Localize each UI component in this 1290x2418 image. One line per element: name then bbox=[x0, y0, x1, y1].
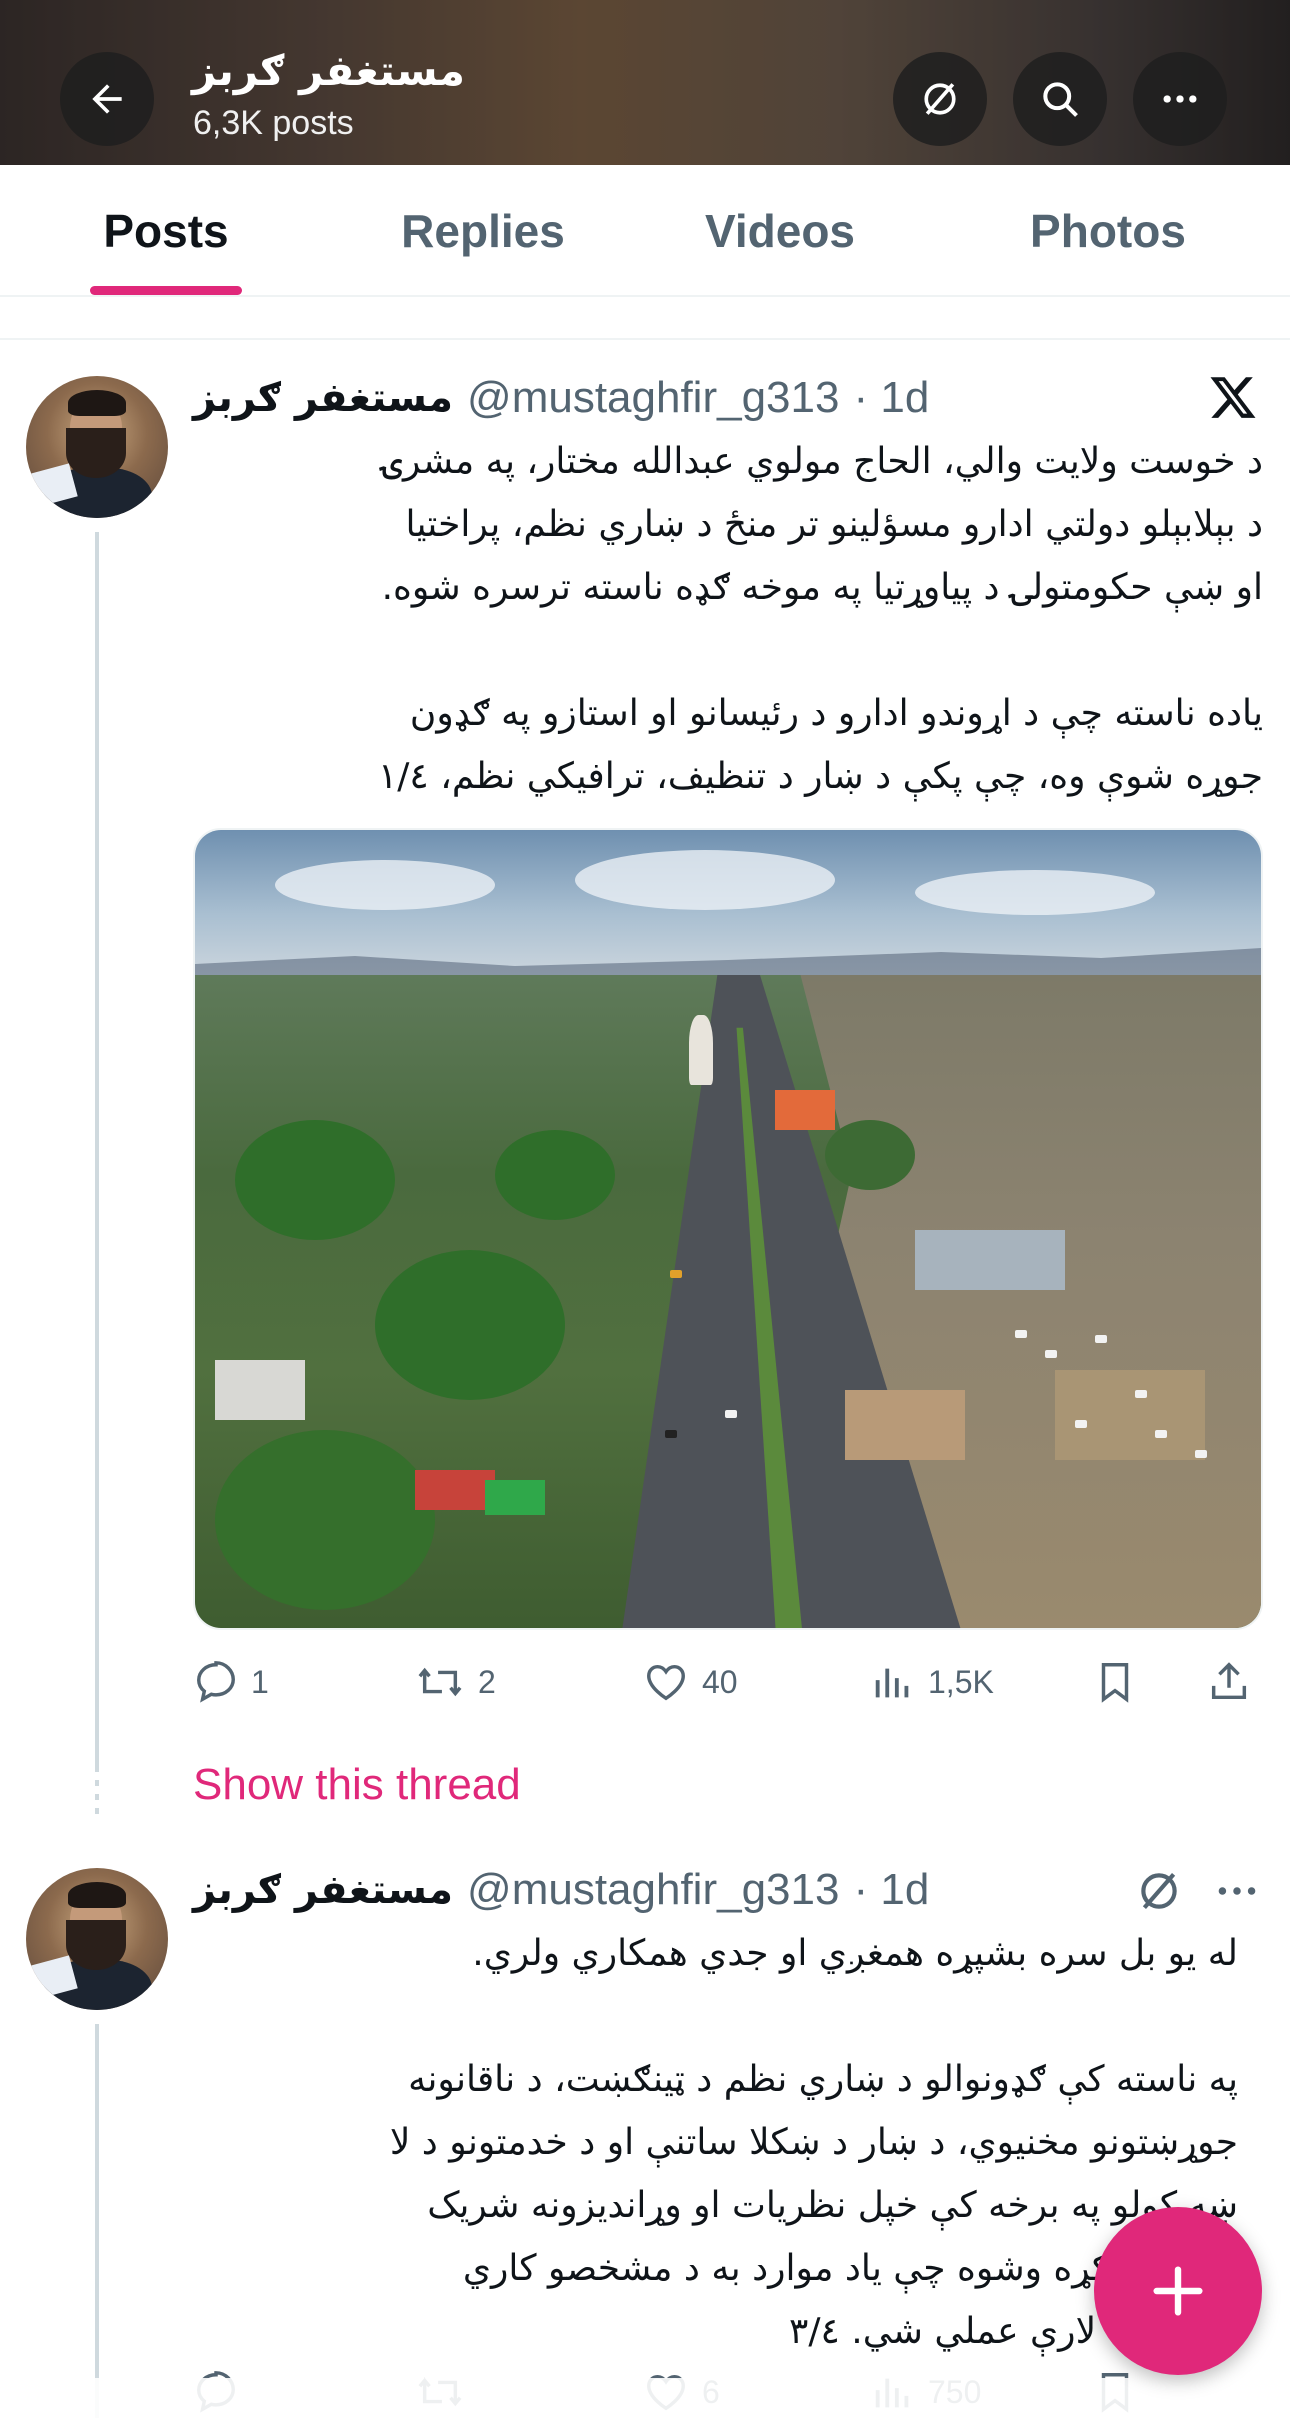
plus-icon bbox=[1153, 2266, 1203, 2316]
compose-post-button[interactable] bbox=[1094, 2207, 1262, 2375]
back-button[interactable] bbox=[60, 52, 154, 146]
author-name[interactable]: مستغفر ګربز bbox=[193, 375, 453, 421]
hide-button[interactable] bbox=[893, 52, 987, 146]
divider bbox=[0, 338, 1290, 340]
active-tab-indicator bbox=[90, 286, 242, 295]
search-button[interactable] bbox=[1013, 52, 1107, 146]
tab-videos[interactable]: Videos bbox=[680, 165, 880, 297]
profile-tabs: Posts Replies Videos Photos bbox=[0, 165, 1290, 297]
tab-photos[interactable]: Photos bbox=[1010, 165, 1206, 297]
repost-button[interactable]: 2 bbox=[414, 1652, 496, 1712]
views-icon bbox=[875, 1668, 909, 1698]
reply-count: 1 bbox=[251, 1663, 269, 1700]
more-icon bbox=[1163, 95, 1197, 103]
tab-posts[interactable]: Posts bbox=[60, 165, 272, 297]
tweet-text: د خوست ولایت والي، الحاج مولوي عبدالله م… bbox=[377, 441, 1263, 797]
like-icon bbox=[647, 1664, 685, 1701]
tab-replies[interactable]: Replies bbox=[370, 165, 596, 297]
reply-icon bbox=[197, 1661, 235, 1703]
search-icon bbox=[1043, 82, 1078, 117]
views-button[interactable]: 1,5K bbox=[870, 1652, 994, 1712]
author-name[interactable]: مستغفر ګربز bbox=[193, 1867, 453, 1913]
avatar[interactable] bbox=[26, 1868, 168, 2010]
profile-name: مستغفر ګربز bbox=[192, 46, 466, 95]
share-button[interactable] bbox=[1206, 1652, 1252, 1712]
thread-dot bbox=[95, 1780, 99, 1786]
like-count: 40 bbox=[702, 1663, 738, 1700]
bookmark-button[interactable] bbox=[1092, 1652, 1138, 1712]
thread-dot bbox=[95, 1808, 99, 1814]
more-button[interactable] bbox=[1133, 52, 1227, 146]
repost-count: 2 bbox=[478, 1663, 496, 1700]
thread-dot bbox=[95, 1794, 99, 1800]
bottom-bar-edge bbox=[0, 2378, 1290, 2418]
tweet-header: مستغفر ګربز @mustaghfir_g313 · 1d bbox=[193, 370, 929, 426]
more-icon[interactable] bbox=[1212, 1866, 1262, 1916]
tweet-time[interactable]: · 1d bbox=[853, 373, 929, 423]
bookmark-icon bbox=[1101, 1663, 1129, 1703]
show-thread-link[interactable]: Show this thread bbox=[193, 1760, 521, 1810]
tweet-image[interactable] bbox=[193, 828, 1263, 1630]
tweet-text: له یو بل سره بشپړه همغږي او جدي همکاري و… bbox=[389, 1933, 1238, 2352]
hide-icon[interactable] bbox=[1134, 1866, 1184, 1916]
author-handle[interactable]: @mustaghfir_g313 bbox=[467, 1865, 839, 1915]
reply-button[interactable]: 1 bbox=[193, 1652, 269, 1712]
tweet-time[interactable]: · 1d bbox=[853, 1865, 929, 1915]
view-count: 1,5K bbox=[928, 1663, 994, 1700]
author-handle[interactable]: @mustaghfir_g313 bbox=[467, 373, 839, 423]
avatar[interactable] bbox=[26, 376, 168, 518]
back-arrow-icon bbox=[92, 84, 122, 114]
thread-line bbox=[95, 532, 99, 1772]
thread-line bbox=[95, 2024, 99, 2418]
like-button[interactable]: 40 bbox=[642, 1652, 738, 1712]
tweet-header: مستغفر ګربز @mustaghfir_g313 · 1d bbox=[193, 1862, 929, 1918]
hide-icon bbox=[924, 83, 956, 115]
share-icon bbox=[1211, 1662, 1247, 1700]
x-logo-icon[interactable] bbox=[1206, 372, 1260, 422]
repost-icon bbox=[418, 1667, 462, 1697]
posts-count: 6,3K posts bbox=[193, 104, 354, 142]
